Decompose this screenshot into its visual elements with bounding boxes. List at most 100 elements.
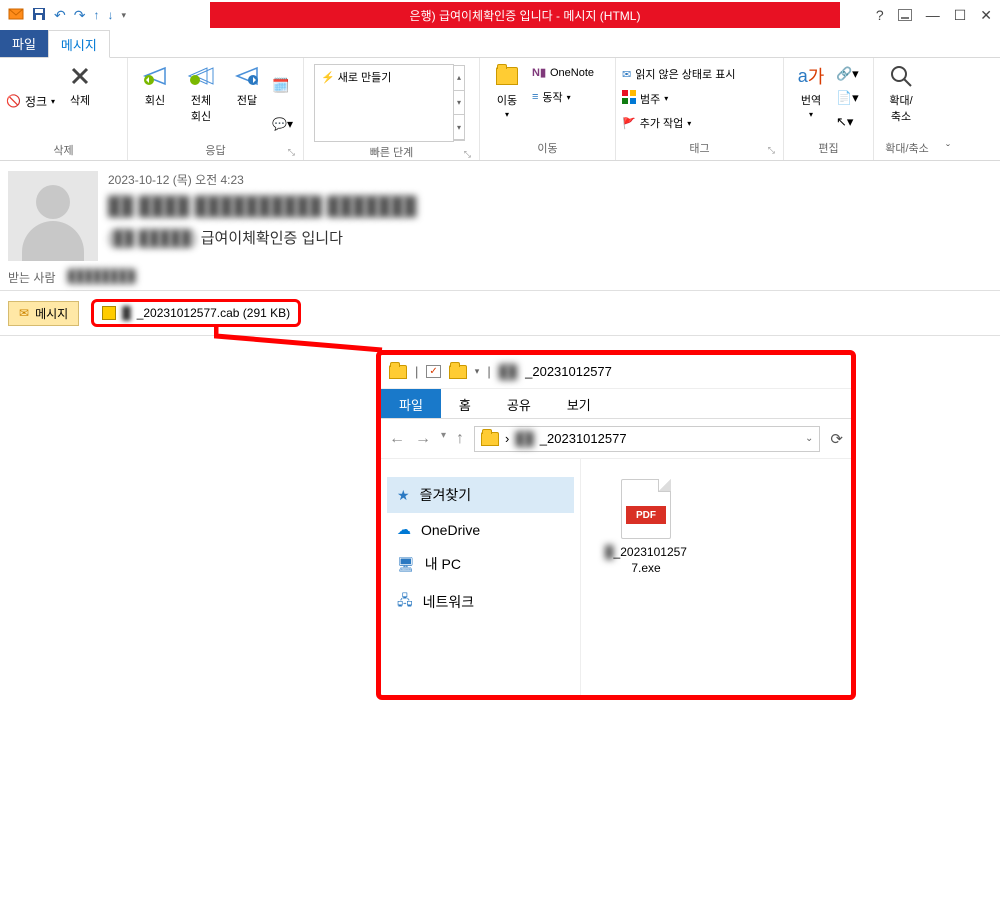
pdf-disguise-icon: PDF <box>621 479 671 539</box>
reply-icon <box>141 62 169 90</box>
explorer-tab-file[interactable]: 파일 <box>381 389 441 418</box>
nav-forward-icon[interactable]: → <box>415 430 431 448</box>
actions-button[interactable]: ≡동작 ▾ <box>532 89 594 105</box>
sidebar-onedrive[interactable]: ☁OneDrive <box>387 513 574 546</box>
window-title: 은행) 급여이체확인증 입니다 - 메시지 (HTML) <box>210 2 840 28</box>
avatar <box>8 171 98 261</box>
related-icon[interactable]: 📄▾ <box>836 90 859 106</box>
prev-icon[interactable]: ↑ <box>93 8 99 22</box>
categorize-button[interactable]: 범주 ▾ <box>622 90 735 107</box>
sidebar-network[interactable]: 🖧네트워크 <box>387 582 574 622</box>
ribbon-display-icon[interactable] <box>898 9 912 21</box>
qat-dropdown-icon[interactable]: ▾ <box>121 10 126 21</box>
star-icon: ★ <box>397 487 410 504</box>
file-name: █_20231012577.exe <box>601 545 691 576</box>
forward-icon <box>233 62 261 90</box>
explorer-window: | ✓ ▾ | ██ _20231012577 파일 홈 공유 보기 ← → ▾… <box>376 350 856 700</box>
junk-button[interactable]: 🚫정크 ▾ <box>6 93 55 110</box>
quick-steps-gallery[interactable]: ⚡ 새로 만들기 ▴▾▾ <box>314 64 454 142</box>
sidebar-thispc[interactable]: 🖥내 PC <box>387 546 574 582</box>
explorer-content: PDF █_20231012577.exe <box>581 459 851 695</box>
flag-icon: 🚩 <box>622 117 636 130</box>
junk-icon: 🚫 <box>6 94 21 108</box>
followup-button[interactable]: 🚩추가 작업 ▾ <box>622 115 735 131</box>
explorer-title: _20231012577 <box>525 364 612 379</box>
sidebar-favorites[interactable]: ★즐겨찾기 <box>387 477 574 513</box>
title-bar: ↶ ↷ ↑ ↓ ▾ 은행) 급여이체확인증 입니다 - 메시지 (HTML) ?… <box>0 0 1000 30</box>
folder-icon <box>389 365 407 379</box>
mail-small-icon: ✉ <box>19 306 29 320</box>
nav-recent-icon[interactable]: ▾ <box>441 430 446 448</box>
explorer-tab-share[interactable]: 공유 <box>489 389 549 418</box>
help-icon[interactable]: ? <box>876 7 884 24</box>
translate-icon: a가 <box>797 62 825 90</box>
close-icon[interactable]: ✕ <box>980 7 992 24</box>
message-tab-chip[interactable]: ✉ 메시지 <box>8 301 79 326</box>
message-header: 2023-10-12 (목) 오전 4:23 ██ ████ █████████… <box>0 161 1000 265</box>
recipient-redacted: ████████ <box>68 269 136 286</box>
chevron-down-icon[interactable]: ⌄ <box>805 433 813 444</box>
categorize-icon <box>622 90 636 107</box>
message-sender: ██ ████ ██████████ ███████ <box>108 196 992 217</box>
pdf-badge: PDF <box>626 506 666 524</box>
attachment-bar: ✉ 메시지 █_20231012577.cab (291 KB) <box>0 290 1000 336</box>
group-label-move: 이동 <box>486 138 609 160</box>
annotation-connector <box>214 322 384 352</box>
move-icon <box>493 62 521 90</box>
explorer-tabs: 파일 홈 공유 보기 <box>381 389 851 419</box>
folder-icon <box>481 432 499 446</box>
recipient-label: 받는 사람 <box>8 269 56 286</box>
explorer-tab-home[interactable]: 홈 <box>441 389 489 418</box>
message-subject: (██ █████) 급여이체확인증 입니다 <box>108 227 992 248</box>
onedrive-icon: ☁ <box>397 521 411 538</box>
meeting-icon[interactable]: 🗓️ <box>272 77 293 94</box>
recipient-row: 받는 사람 ████████ <box>0 265 1000 290</box>
group-label-delete: 삭제 <box>6 140 121 162</box>
delete-icon <box>66 62 94 90</box>
group-label-quick: 빠른 단계⤡ <box>310 142 473 164</box>
select-icon[interactable]: ↖▾ <box>836 114 859 130</box>
redo-icon[interactable]: ↷ <box>74 7 86 24</box>
nav-back-icon[interactable]: ← <box>389 430 405 448</box>
unread-icon: ✉ <box>622 68 631 81</box>
file-item-exe[interactable]: PDF █_20231012577.exe <box>601 479 691 576</box>
forward-button[interactable]: 전달 <box>226 62 268 108</box>
save-icon[interactable] <box>32 7 46 24</box>
tab-message[interactable]: 메시지 <box>48 30 110 58</box>
reply-button[interactable]: 회신 <box>134 62 176 108</box>
tab-file[interactable]: 파일 <box>0 30 48 57</box>
mark-unread-button[interactable]: ✉읽지 않은 상태로 표시 <box>622 66 735 82</box>
onenote-button[interactable]: N▮OneNote <box>532 66 594 79</box>
mail-icon <box>8 7 24 24</box>
find-icon[interactable]: 🔗▾ <box>836 66 859 82</box>
quick-access-toolbar: ↶ ↷ ↑ ↓ ▾ <box>0 7 126 24</box>
pc-icon: 🖥 <box>397 556 415 573</box>
reply-all-icon <box>187 62 215 90</box>
delete-button[interactable]: 삭제 <box>59 62 101 108</box>
nav-up-icon[interactable]: ↑ <box>456 430 464 448</box>
group-label-zoom: 확대/축소 <box>880 138 934 160</box>
attachment-filename: _20231012577.cab (291 KB) <box>137 306 290 320</box>
explorer-tab-view[interactable]: 보기 <box>549 389 609 418</box>
explorer-titlebar: | ✓ ▾ | ██ _20231012577 <box>381 355 851 389</box>
next-icon[interactable]: ↓ <box>107 8 113 22</box>
minimize-icon[interactable]: — <box>926 7 940 24</box>
explorer-sidebar: ★즐겨찾기 ☁OneDrive 🖥내 PC 🖧네트워크 <box>381 459 581 695</box>
zoom-button[interactable]: 확대/ 축소 <box>880 62 922 124</box>
group-label-tags: 태그⤡ <box>622 138 777 160</box>
group-label-edit: 편집 <box>790 138 867 160</box>
explorer-nav: ← → ▾ ↑ › ██ _20231012577 ⌄ ⟳ <box>381 419 851 459</box>
checkbox-icon[interactable]: ✓ <box>426 365 440 378</box>
onenote-icon: N▮ <box>532 66 546 79</box>
address-bar[interactable]: › ██ _20231012577 ⌄ <box>474 426 820 452</box>
reply-all-button[interactable]: 전체 회신 <box>180 62 222 124</box>
refresh-icon[interactable]: ⟳ <box>830 430 843 448</box>
network-icon: 🖧 <box>397 590 413 614</box>
translate-button[interactable]: a가 번역▾ <box>790 62 832 119</box>
ribbon-tabs: 파일 메시지 <box>0 30 1000 58</box>
maximize-icon[interactable]: ☐ <box>954 7 967 24</box>
undo-icon[interactable]: ↶ <box>54 7 66 24</box>
collapse-ribbon-icon[interactable]: ˇ <box>940 138 956 160</box>
more-respond-icon[interactable]: 💬▾ <box>272 117 293 131</box>
move-button[interactable]: 이동▾ <box>486 62 528 119</box>
